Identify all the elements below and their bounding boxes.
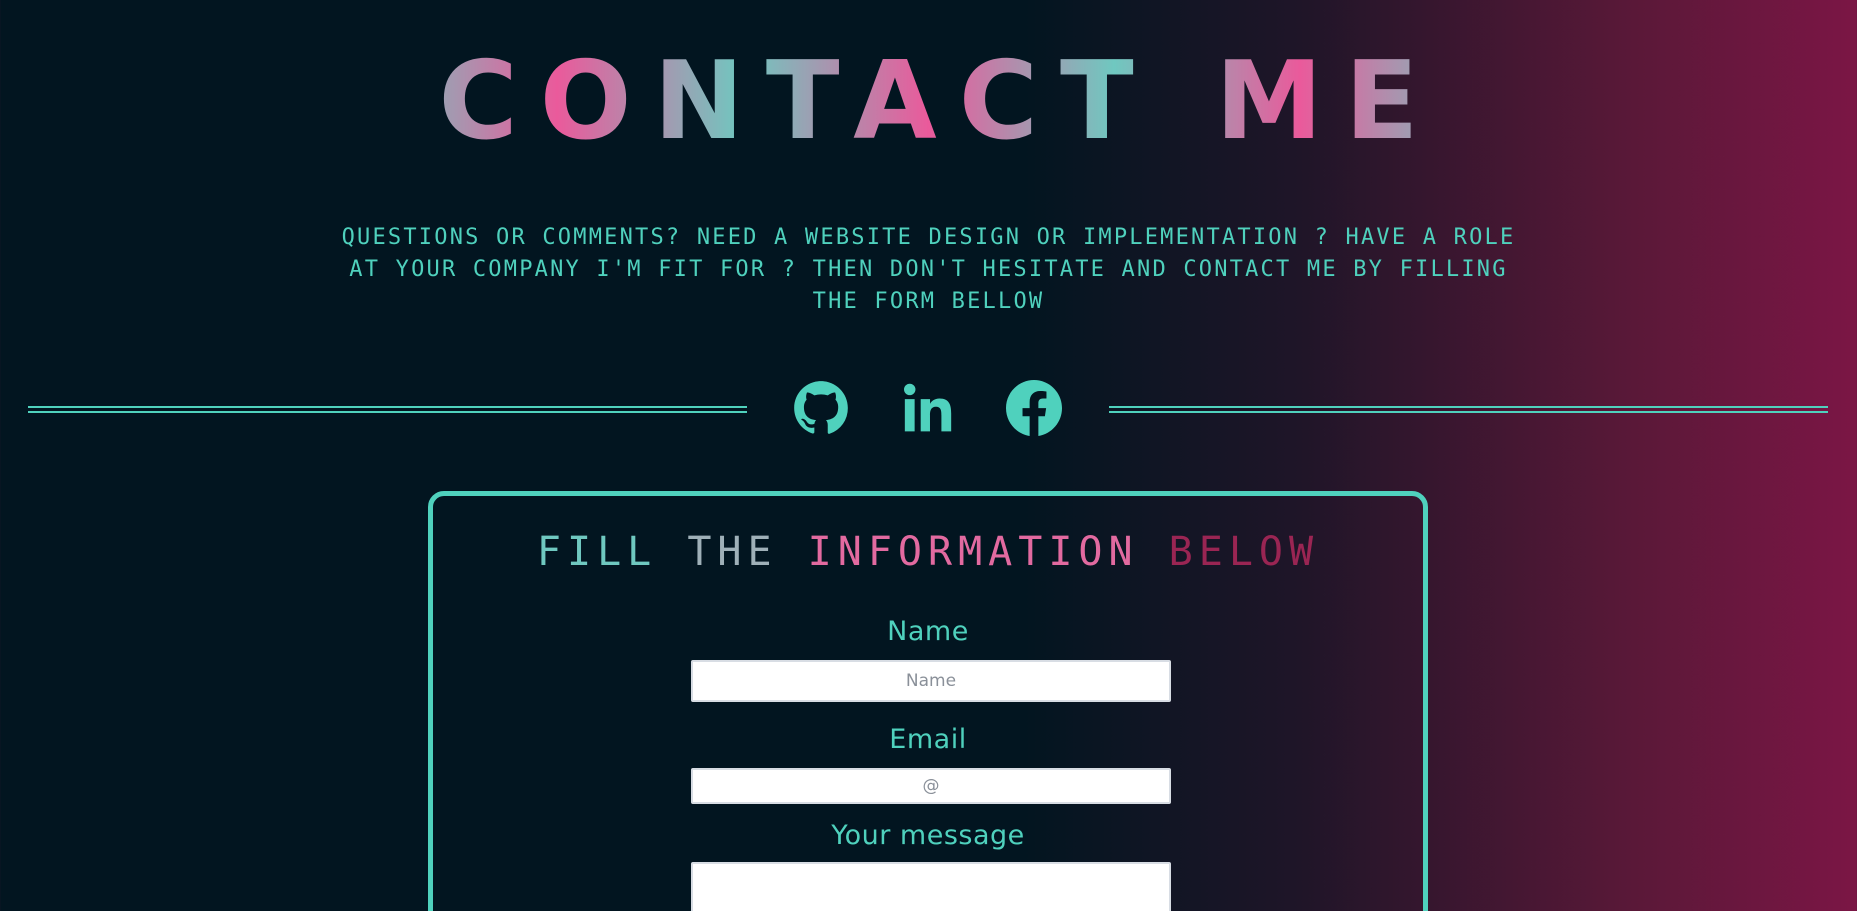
name-label: Name	[887, 616, 969, 647]
form-heading-word-1: FILL	[536, 529, 658, 575]
divider-right	[1109, 406, 1828, 413]
form-heading: FILL THE INFORMATION BELOW	[433, 532, 1423, 572]
email-label: Email	[889, 724, 967, 755]
message-textarea[interactable]	[691, 862, 1171, 911]
github-icon-glyph	[794, 381, 848, 434]
form-heading-word-4: BELOW	[1168, 529, 1320, 575]
form-heading-word-3: INFORMATION	[807, 529, 1139, 575]
form-heading-word-2: THE	[687, 529, 778, 575]
message-label: Your message	[831, 820, 1025, 851]
linkedin-icon-glyph	[904, 383, 952, 432]
social-links-row	[0, 378, 1857, 438]
facebook-icon-glyph	[1006, 380, 1062, 436]
linkedin-icon[interactable]	[899, 380, 955, 436]
divider-left	[28, 406, 747, 413]
name-input[interactable]	[691, 660, 1171, 702]
github-icon[interactable]	[793, 380, 849, 436]
page-title: CONTACT ME	[0, 48, 1857, 156]
facebook-icon[interactable]	[1006, 380, 1062, 436]
intro-text: QUESTIONS OR COMMENTS? NEED A WEBSITE DE…	[341, 225, 1516, 314]
contact-form: FILL THE INFORMATION BELOW Name Email Yo…	[428, 491, 1428, 911]
email-input[interactable]	[691, 768, 1171, 804]
